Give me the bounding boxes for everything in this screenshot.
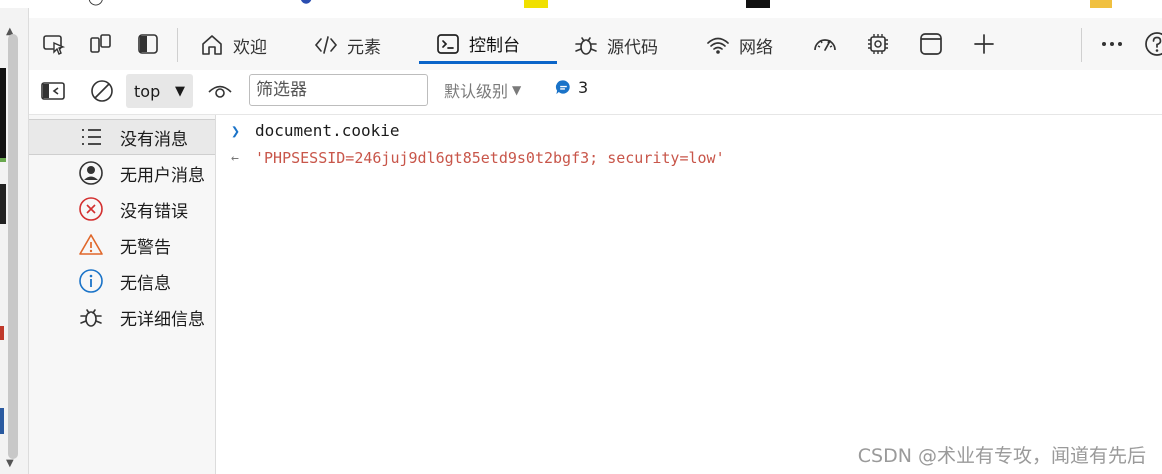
tab-fragment bbox=[1090, 0, 1112, 8]
clear-console-button[interactable] bbox=[89, 77, 115, 105]
return-arrow-icon: ← bbox=[231, 150, 239, 166]
bug-icon bbox=[575, 37, 597, 55]
toggle-sidebar-button[interactable] bbox=[40, 77, 66, 105]
console-toolbar: top ▼ 默认级别 ▼ 3 bbox=[29, 70, 1162, 115]
info-icon bbox=[77, 267, 105, 295]
inspect-element-button[interactable] bbox=[41, 30, 67, 58]
help-button[interactable] bbox=[1143, 30, 1162, 58]
sidebar-item-label: 无用户消息 bbox=[120, 165, 205, 186]
sidebar-item-verbose[interactable]: 无详细信息 bbox=[29, 299, 215, 335]
sidebar-item-errors[interactable]: 没有错误 bbox=[29, 191, 215, 227]
console-sidebar: 没有消息 无用户消息 没有错误 无警告 无信息 无详细信息 bbox=[29, 115, 216, 474]
performance-gauge-icon bbox=[814, 39, 836, 51]
memory-chip-icon bbox=[868, 34, 888, 54]
code-icon bbox=[314, 36, 338, 54]
browser-tab-strip-fragment: ◯ ● bbox=[0, 0, 1162, 8]
clear-circle-icon bbox=[91, 80, 113, 102]
console-output-line: ← 'PHPSESSID=246juj9dl6gt85etd9s0t2bgf3;… bbox=[231, 149, 725, 167]
page-fragment bbox=[0, 326, 4, 340]
tab-label: 控制台 bbox=[469, 36, 520, 56]
tab-fragment bbox=[524, 0, 548, 8]
more-options-button[interactable] bbox=[1099, 30, 1125, 58]
tab-elements[interactable]: 元素 bbox=[313, 26, 381, 64]
sidebar-item-label: 没有错误 bbox=[120, 201, 188, 222]
eye-icon bbox=[208, 85, 232, 98]
warning-icon bbox=[77, 231, 105, 259]
tab-fragment bbox=[746, 0, 770, 8]
page-scrollbar[interactable] bbox=[8, 34, 18, 459]
scroll-down-icon[interactable]: ▼ bbox=[6, 458, 14, 469]
dropdown-caret-icon: ▼ bbox=[512, 83, 522, 97]
sidebar-item-label: 没有消息 bbox=[120, 129, 188, 150]
live-expression-button[interactable] bbox=[207, 77, 233, 105]
console-icon bbox=[437, 33, 459, 54]
page-fragment bbox=[0, 68, 6, 158]
chevron-right-icon: ❯ bbox=[231, 121, 241, 140]
bug-icon bbox=[77, 303, 105, 331]
watermark: CSDN @术业有专攻，闻道有先后 bbox=[857, 445, 1146, 467]
tab-label: 网络 bbox=[739, 37, 773, 58]
sidebar-item-label: 无详细信息 bbox=[120, 309, 205, 330]
page-fragment bbox=[0, 408, 4, 434]
sidebar-item-warnings[interactable]: 无警告 bbox=[29, 227, 215, 263]
tab-application[interactable] bbox=[918, 30, 944, 58]
tab-label: 欢迎 bbox=[233, 37, 267, 58]
log-levels-label: 默认级别 bbox=[444, 82, 509, 101]
tab-fragment: ● bbox=[300, 0, 312, 6]
message-bubble-icon bbox=[555, 80, 570, 95]
context-value: top bbox=[134, 81, 161, 101]
sidebar-item-label: 无警告 bbox=[120, 237, 171, 258]
dock-side-button[interactable] bbox=[135, 30, 161, 58]
application-window-icon bbox=[920, 33, 942, 55]
page-fragment bbox=[0, 158, 6, 162]
tab-label: 源代码 bbox=[607, 37, 658, 58]
sidebar-item-user-messages[interactable]: 无用户消息 bbox=[29, 155, 215, 191]
more-dots-icon bbox=[1102, 42, 1122, 46]
help-icon bbox=[1145, 32, 1162, 56]
tab-fragment: ◯ bbox=[88, 0, 104, 6]
sidebar-toggle-icon bbox=[138, 34, 158, 54]
device-emulation-button[interactable] bbox=[87, 30, 113, 58]
wifi-icon bbox=[707, 37, 729, 54]
error-icon bbox=[77, 195, 105, 223]
console-input-line: ❯ document.cookie bbox=[231, 121, 400, 140]
list-icon bbox=[77, 123, 105, 151]
console-output-string[interactable]: 'PHPSESSID=246juj9dl6gt85etd9s0t2bgf3; s… bbox=[255, 149, 725, 167]
device-icon bbox=[90, 34, 111, 53]
toolbar-separator bbox=[177, 28, 178, 62]
user-icon bbox=[77, 159, 105, 187]
filter-input[interactable] bbox=[249, 74, 428, 106]
plus-icon bbox=[974, 34, 994, 54]
devtools-tab-bar: 欢迎 元素 控制台 源代码 网络 bbox=[29, 18, 1162, 71]
dropdown-caret-icon: ▼ bbox=[175, 83, 185, 99]
log-levels-dropdown[interactable]: 默认级别 ▼ bbox=[444, 78, 521, 102]
tab-sources[interactable]: 源代码 bbox=[573, 26, 658, 64]
issues-count: 3 bbox=[578, 78, 589, 97]
context-selector[interactable]: top ▼ bbox=[126, 74, 193, 108]
toolbar-separator bbox=[1081, 28, 1082, 62]
home-icon bbox=[202, 35, 222, 55]
tab-network[interactable]: 网络 bbox=[705, 26, 773, 64]
sidebar-collapse-icon bbox=[41, 82, 65, 100]
console-input-text[interactable]: document.cookie bbox=[255, 121, 400, 140]
sidebar-item-messages[interactable]: 没有消息 bbox=[29, 119, 215, 155]
tab-console[interactable]: 控制台 bbox=[419, 26, 557, 64]
tab-label: 元素 bbox=[347, 37, 381, 58]
tab-welcome[interactable]: 欢迎 bbox=[199, 26, 267, 64]
page-fragment bbox=[0, 184, 6, 224]
sidebar-item-info[interactable]: 无信息 bbox=[29, 263, 215, 299]
tab-memory[interactable] bbox=[865, 30, 891, 58]
sidebar-item-label: 无信息 bbox=[120, 273, 171, 294]
add-tool-button[interactable] bbox=[971, 30, 997, 58]
inspect-icon bbox=[43, 35, 66, 55]
issues-counter[interactable]: 3 bbox=[555, 78, 588, 97]
tab-performance[interactable] bbox=[812, 30, 838, 58]
